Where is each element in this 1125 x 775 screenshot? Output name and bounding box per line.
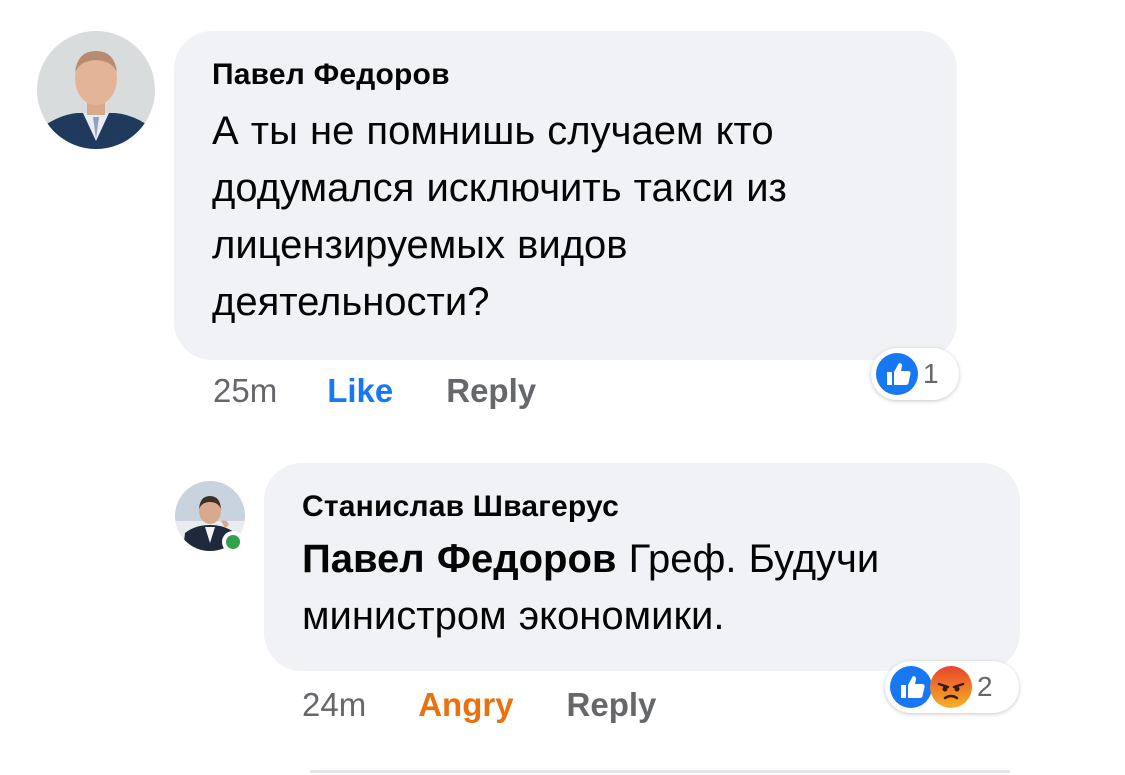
comment-actions: 24m Angry Reply	[302, 685, 656, 725]
reaction-summary[interactable]: 2	[885, 661, 1019, 713]
comment-text: Павел Федоров Греф. Будучи министром эко…	[302, 531, 982, 645]
comment-author[interactable]: Павел Федоров	[212, 57, 919, 93]
comment-author[interactable]: Станислав Швагерус	[302, 489, 982, 525]
angry-reaction-button[interactable]: Angry	[418, 685, 513, 725]
comment-actions: 25m Like Reply	[213, 371, 536, 411]
comment-bubble: Павел Федоров А ты не помнишь случаем кт…	[174, 31, 957, 360]
reply-button[interactable]: Reply	[446, 371, 536, 411]
avatar-pavel[interactable]	[37, 31, 155, 149]
comment-text-line: министром экономики.	[302, 594, 725, 638]
comment-text-line: Павел Федоров Греф. Будучи	[302, 531, 982, 588]
reply-button[interactable]: Reply	[567, 685, 657, 725]
comment-bubble: Станислав Швагерус Павел Федоров Греф. Б…	[264, 463, 1020, 671]
divider	[310, 770, 1010, 773]
reaction-summary[interactable]: 1	[871, 348, 959, 400]
comment-timestamp[interactable]: 25m	[213, 371, 277, 411]
comment-text-line: додумался исключить такси из	[212, 166, 787, 210]
reaction-count: 1	[923, 358, 939, 389]
like-icon	[890, 666, 932, 708]
angry-icon	[930, 666, 972, 708]
comment-text-line: деятельности?	[212, 280, 490, 324]
comment-text-fragment: Греф. Будучи	[616, 537, 880, 581]
mention-link[interactable]: Павел Федоров	[302, 537, 617, 581]
online-status-indicator	[222, 531, 244, 553]
like-button[interactable]: Like	[327, 371, 393, 411]
reaction-count: 2	[977, 671, 993, 702]
like-icon	[876, 353, 918, 395]
comment-text: А ты не помнишь случаем кто додумался ис…	[212, 103, 919, 331]
comment-text-line: лицензируемых видов	[212, 223, 628, 267]
comment-text-line: А ты не помнишь случаем кто	[212, 109, 774, 153]
comment-timestamp[interactable]: 24m	[302, 685, 366, 725]
